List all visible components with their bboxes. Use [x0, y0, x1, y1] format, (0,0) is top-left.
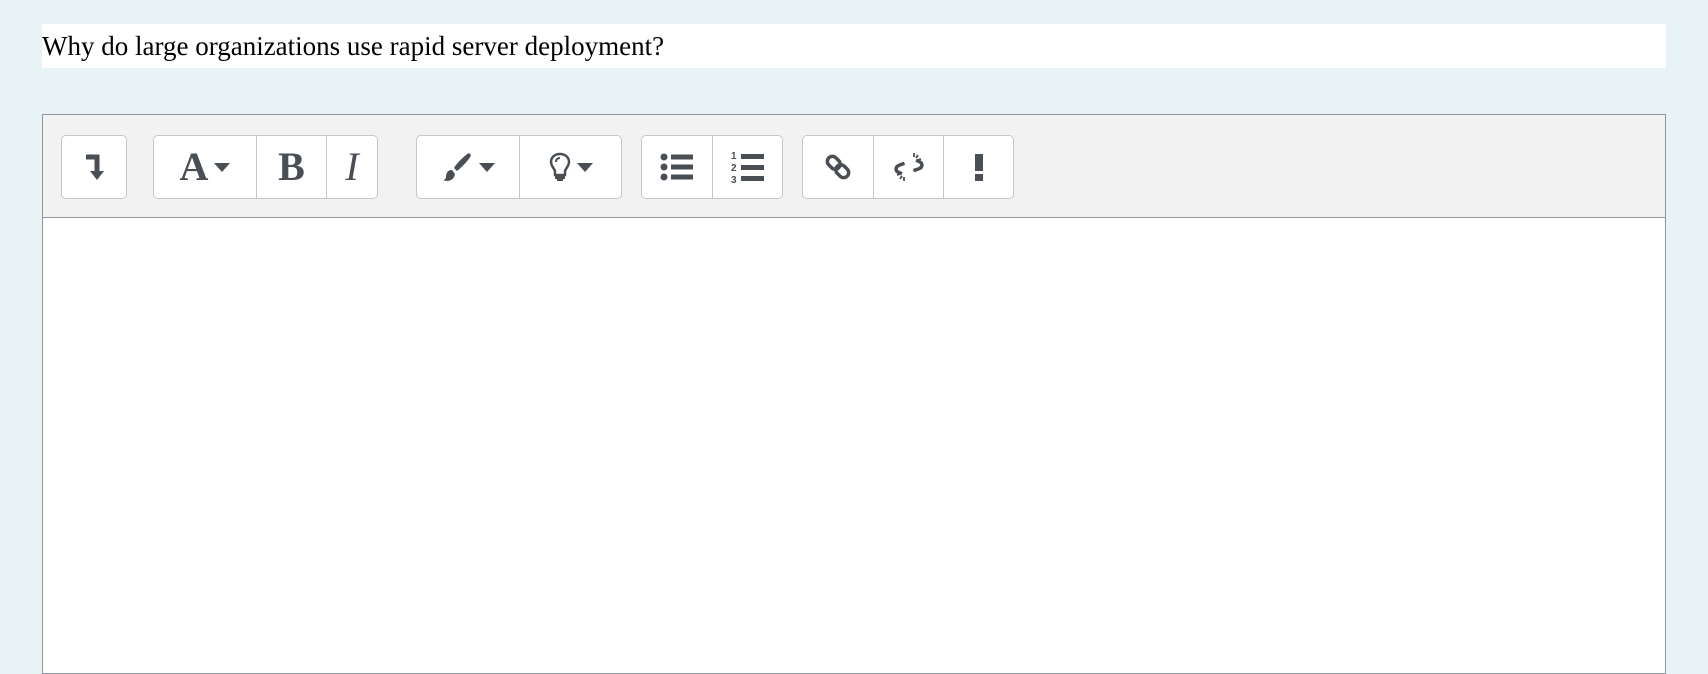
toolbar-group-formatting: A B I	[153, 135, 378, 199]
question-text: Why do large organizations use rapid ser…	[42, 24, 1666, 68]
level-down-arrow-icon	[86, 154, 104, 180]
toolbar-group-color	[416, 135, 622, 199]
unordered-list-button[interactable]	[642, 136, 713, 198]
editor-toolbar: A B I 1 2 3	[43, 115, 1665, 218]
list-number-2: 2	[731, 163, 737, 174]
highlight-button[interactable]	[520, 136, 621, 198]
link-icon	[825, 154, 851, 180]
bold-button[interactable]: B	[257, 136, 327, 198]
rich-text-editor: A B I 1 2 3	[42, 114, 1666, 674]
italic-button[interactable]: I	[327, 136, 377, 198]
unlink-icon	[893, 153, 924, 181]
ordered-list-button[interactable]: 1 2 3	[713, 136, 782, 198]
unordered-list-icon	[660, 153, 693, 181]
chevron-down-icon	[214, 162, 231, 172]
font-style-icon: A	[179, 144, 209, 189]
exclamation-icon	[974, 154, 983, 181]
italic-icon: I	[345, 144, 359, 189]
important-button[interactable]	[944, 136, 1013, 198]
link-button[interactable]	[803, 136, 874, 198]
show-more-button[interactable]	[62, 136, 126, 198]
toolbar-group-links	[802, 135, 1014, 199]
text-color-button[interactable]	[417, 136, 520, 198]
toolbar-group-lists: 1 2 3	[641, 135, 783, 199]
lightbulb-icon	[549, 152, 570, 181]
unlink-button[interactable]	[874, 136, 944, 198]
bold-icon: B	[278, 144, 305, 189]
toolbar-group-collapse	[61, 135, 127, 199]
font-style-button[interactable]: A	[154, 136, 257, 198]
chevron-down-icon	[576, 162, 593, 172]
paint-brush-icon	[443, 153, 471, 181]
list-number-1: 1	[731, 151, 737, 162]
ordered-list-icon: 1 2 3	[731, 151, 764, 184]
list-number-3: 3	[731, 175, 737, 184]
chevron-down-icon	[479, 162, 495, 172]
editor-content-area[interactable]	[43, 218, 1665, 673]
